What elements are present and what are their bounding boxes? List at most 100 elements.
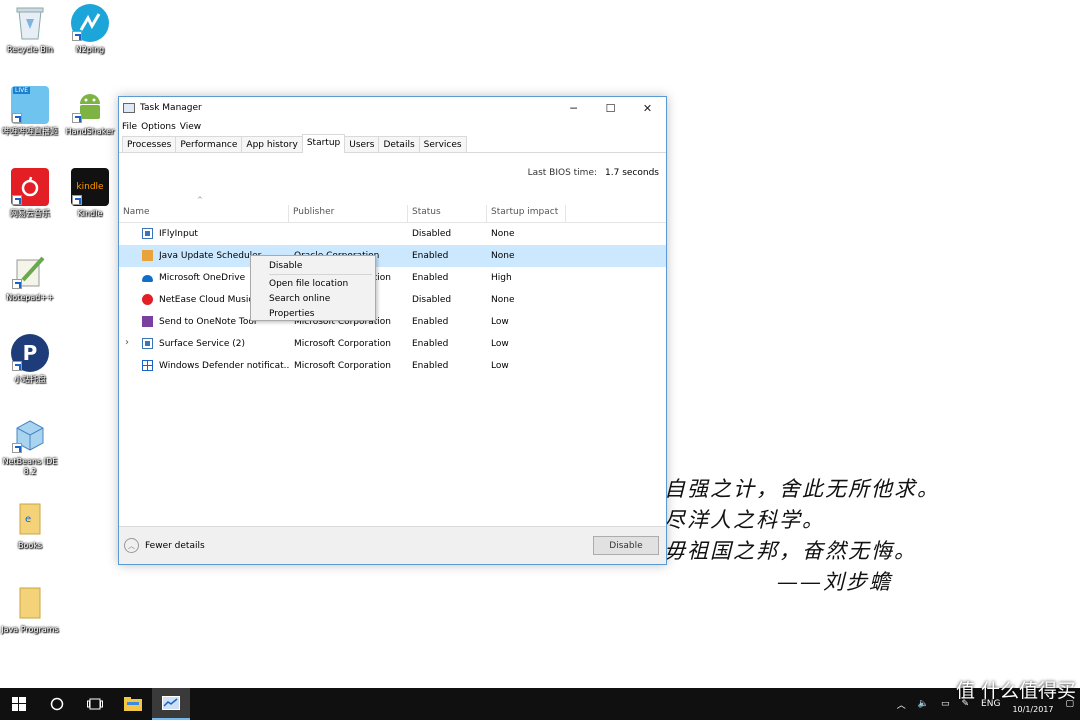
android-icon (71, 86, 109, 124)
menu-bar: File Options View (119, 119, 666, 135)
task-view-button[interactable] (76, 688, 114, 720)
tab-startup[interactable]: Startup (301, 134, 346, 153)
row-impact: None (491, 251, 515, 261)
context-menu-disable[interactable]: Disable (251, 258, 375, 273)
cortana-circle-icon (50, 697, 64, 711)
tray-overflow-chevron-icon[interactable]: ︿ (891, 698, 912, 711)
defender-icon (142, 360, 153, 371)
taskbar: ︿ 🔈 ▭ ✎ ENG 10/1/2017 ▢ (0, 688, 1080, 720)
menu-options[interactable]: Options (141, 122, 176, 132)
desktop-icon-bilibili-live[interactable]: LIVE 哔哩哔哩直播姬 (0, 86, 62, 137)
tab-services[interactable]: Services (418, 136, 467, 152)
context-menu-divider (269, 274, 372, 275)
column-header-name[interactable]: Name (119, 205, 289, 223)
folder-icon (11, 584, 49, 622)
column-header-impact[interactable]: Startup impact (487, 205, 566, 223)
context-menu-properties[interactable]: Properties (251, 306, 375, 321)
folder-icon: e (11, 500, 49, 538)
table-row[interactable]: NetEase Cloud Music Disabled None (119, 289, 666, 311)
table-row[interactable]: Send to OneNote Tool Microsoft Corporati… (119, 311, 666, 333)
close-button[interactable]: ✕ (629, 97, 666, 119)
context-menu-search-online[interactable]: Search online (251, 291, 375, 306)
start-button[interactable] (0, 688, 38, 720)
table-row[interactable]: › Surface Service (2) Microsoft Corporat… (119, 333, 666, 355)
maximize-button[interactable]: ☐ (592, 97, 629, 119)
row-status: Disabled (412, 295, 452, 305)
menu-view[interactable]: View (180, 122, 201, 132)
desktop-icon-label: Kindle (77, 209, 103, 218)
row-status: Enabled (412, 251, 449, 261)
desktop-icon-label: NetBeans IDE 8.2 (2, 457, 58, 476)
file-explorer-button[interactable] (114, 688, 152, 720)
bios-time: Last BIOS time: 1.7 seconds (119, 153, 666, 193)
windows-logo-icon (12, 697, 26, 711)
column-header-publisher[interactable]: Publisher (289, 205, 408, 223)
desktop-icon-notepadpp[interactable]: Notepad++ (0, 252, 62, 303)
kindle-icon: kindle (71, 168, 109, 206)
table-row-selected[interactable]: Java Update Scheduler Oracle Corporation… (119, 245, 666, 267)
tab-processes[interactable]: Processes (122, 136, 177, 152)
desktop-icon-label: HandShaker (65, 127, 115, 136)
disable-button[interactable]: Disable (593, 536, 659, 555)
wallpaper-poem: 自强之计，舍此无所他求。 尽洋人之科学。 毋祖国之邦，奋然无悔。 ——刘步蟾 (664, 474, 940, 598)
tab-users[interactable]: Users (344, 136, 380, 152)
desktop-icon-label: N2ping (75, 45, 105, 54)
desktop-icon-n2ping[interactable]: N2ping (58, 4, 122, 55)
minimize-button[interactable]: ─ (555, 97, 592, 119)
row-impact: Low (491, 339, 509, 349)
desktop-icon-xiaozhan[interactable]: P 小站托盘 (0, 334, 62, 385)
row-status: Enabled (412, 317, 449, 327)
task-manager-taskbar-button[interactable] (152, 688, 190, 720)
search-button[interactable] (38, 688, 76, 720)
desktop-icon-label: 小站托盘 (14, 375, 46, 384)
table-row[interactable]: IFlyInput Disabled None (119, 223, 666, 245)
row-status: Disabled (412, 229, 452, 239)
folder-icon (124, 697, 142, 711)
menu-file[interactable]: File (122, 122, 137, 132)
task-view-icon (87, 698, 103, 710)
desktop-icon-recycle-bin[interactable]: Recycle Bin (0, 4, 62, 55)
n2ping-icon (71, 4, 109, 42)
notepadpp-icon (11, 252, 49, 290)
table-row[interactable]: Windows Defender notificat... Microsoft … (119, 355, 666, 377)
table-row[interactable]: Microsoft OneDrive Microsoft Corporation… (119, 267, 666, 289)
window-title: Task Manager (140, 103, 202, 113)
row-publisher: Microsoft Corporation (294, 339, 391, 349)
p-app-icon: P (11, 334, 49, 372)
row-status: Enabled (412, 273, 449, 283)
row-impact: Low (491, 317, 509, 327)
desktop-icon-java-programs[interactable]: Java Programs (0, 584, 62, 635)
desktop-icon-kindle[interactable]: kindle Kindle (58, 168, 122, 219)
recycle-bin-icon (11, 4, 49, 42)
row-name: Windows Defender notificat... (159, 361, 289, 371)
column-header-row: ^ Name Publisher Status Startup impact (119, 193, 666, 223)
expand-chevron-icon[interactable]: › (125, 337, 129, 348)
desktop-icon-handshaker[interactable]: HandShaker (58, 86, 122, 137)
desktop-icon-netease-music[interactable]: 网易云音乐 (0, 168, 62, 219)
clock-date: 10/1/2017 (1012, 705, 1054, 714)
context-menu-open-file-location[interactable]: Open file location (251, 276, 375, 291)
app-window-icon (142, 228, 153, 239)
bios-time-value: 1.7 seconds (605, 168, 659, 178)
fewer-details-link[interactable]: Fewer details (145, 541, 205, 551)
volume-icon[interactable]: 🔈 (912, 699, 935, 709)
desktop-icon-books[interactable]: e Books (0, 500, 62, 551)
watermark: 值 什么值得买 (955, 680, 1076, 702)
onenote-icon (142, 316, 153, 327)
startup-list: IFlyInput Disabled None Java Update Sche… (119, 223, 666, 377)
poem-line: 尽洋人之科学。 (664, 508, 825, 532)
tab-strip: Processes Performance App history Startu… (119, 134, 666, 153)
desktop-icon-netbeans[interactable]: NetBeans IDE 8.2 (0, 416, 62, 477)
chevron-up-icon[interactable]: ︿ (124, 538, 139, 553)
task-manager-window: Task Manager ─ ☐ ✕ File Options View Pro… (118, 96, 667, 565)
column-header-status[interactable]: Status (408, 205, 487, 223)
title-bar[interactable]: Task Manager ─ ☐ ✕ (119, 97, 666, 119)
bios-time-label: Last BIOS time: (527, 168, 598, 178)
desktop-icon-label: Java Programs (1, 625, 59, 634)
tab-performance[interactable]: Performance (175, 136, 243, 152)
tab-details[interactable]: Details (378, 136, 420, 152)
tab-app-history[interactable]: App history (241, 136, 303, 152)
row-name: IFlyInput (159, 229, 198, 239)
row-publisher: Microsoft Corporation (294, 361, 391, 371)
network-icon[interactable]: ▭ (935, 699, 956, 709)
